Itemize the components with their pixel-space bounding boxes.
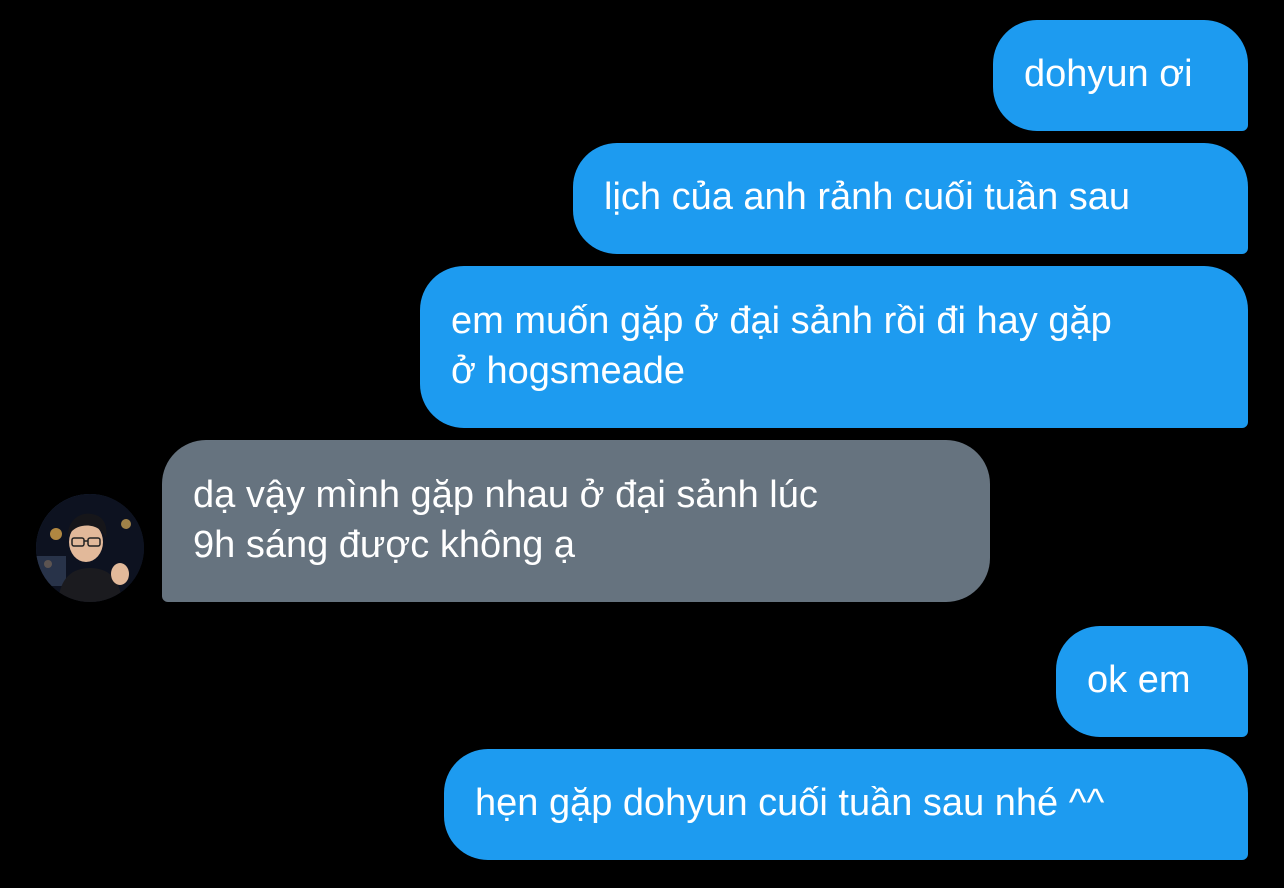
contact-avatar[interactable] <box>36 494 144 602</box>
message-bubble-sent[interactable]: hẹn gặp dohyun cuối tuần sau nhé ^^ <box>444 749 1248 860</box>
message-thread: dohyun ơi lịch của anh rảnh cuối tuần sa… <box>0 0 1284 888</box>
avatar-photo-icon <box>36 494 144 602</box>
message-bubble-received[interactable]: dạ vậy mình gặp nhau ở đại sảnh lúc 9h s… <box>162 440 990 602</box>
message-bubble-sent[interactable]: lịch của anh rảnh cuối tuần sau <box>573 143 1248 254</box>
message-bubble-sent[interactable]: em muốn gặp ở đại sảnh rồi đi hay gặp ở … <box>420 266 1248 428</box>
message-bubble-sent[interactable]: dohyun ơi <box>993 20 1248 131</box>
message-bubble-sent[interactable]: ok em <box>1056 626 1248 737</box>
